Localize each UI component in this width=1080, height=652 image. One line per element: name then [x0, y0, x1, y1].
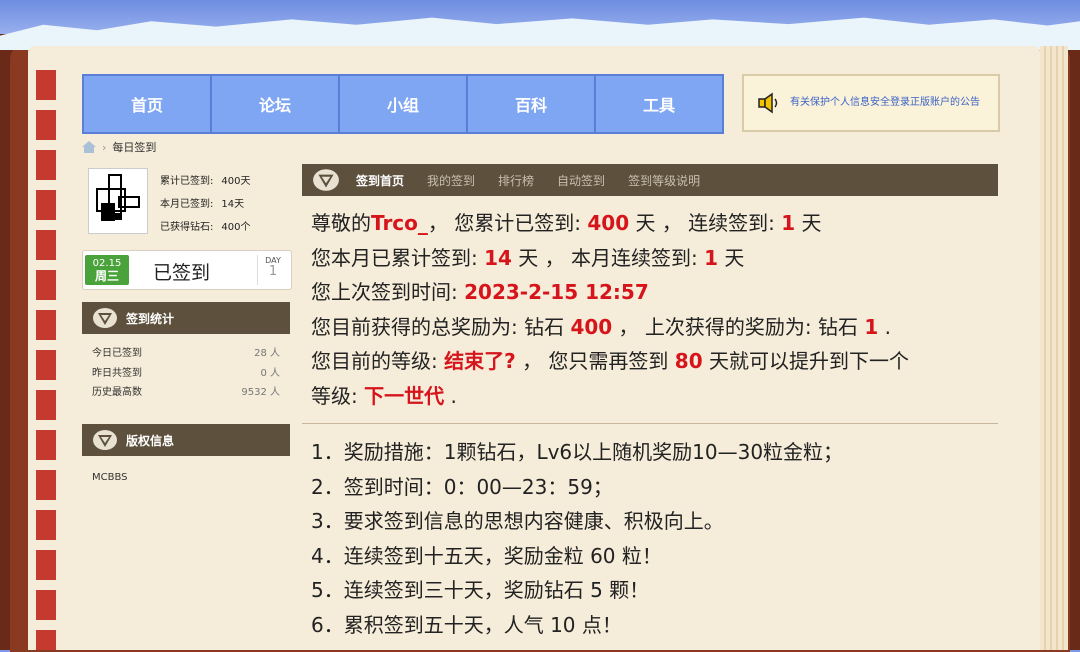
- rule-item: 2．签到时间：0：00—23：59；: [311, 474, 613, 499]
- rule-item: 1．奖励措施：1颗钻石，Lv6以上随机奖励10—30粒金粒；: [311, 440, 844, 464]
- breadcrumb-separator: ›: [102, 140, 107, 154]
- rules-list: 1．奖励措施：1颗钻石，Lv6以上随机奖励10—30粒金粒； 2．签到时间：0：…: [311, 435, 1001, 642]
- divider: [302, 423, 998, 424]
- stat-diamond: 已获得钻石: 400个: [160, 222, 251, 233]
- rule-item: 3．要求签到信息的思想内容健康、积极向上。: [311, 509, 724, 533]
- nav-tools[interactable]: 工具: [596, 76, 722, 132]
- notice-box: 有关保护个人信息安全登录正版账户的公告: [742, 74, 1000, 132]
- day-counter: DAY 1: [257, 255, 288, 285]
- copyright-title: 版权信息: [126, 433, 175, 448]
- sign-stats-list: 今日已签到 28 人 昨日共签到 0 人 历史最高数 9532 人: [92, 344, 280, 403]
- tab-auto-sign[interactable]: 自动签到: [557, 172, 605, 189]
- list-item: 今日已签到 28 人: [92, 348, 280, 359]
- breadcrumb: › 每日签到: [82, 139, 156, 155]
- list-item: 昨日共签到 0 人: [92, 367, 280, 379]
- info-line: 您上次签到时间: 2023-2-15 12:57: [311, 280, 649, 304]
- mcbbs-logo-icon: [93, 308, 117, 328]
- page: 首页 论坛 小组 百科 工具 有关保护个人信息安全登录正版账户的公告 › 每日签…: [56, 46, 1040, 650]
- copyright-text: MCBBS: [92, 472, 128, 483]
- info-line: 尊敬的Trco_， 您累计已签到: 400 天 ， 连续签到: 1 天: [311, 211, 822, 235]
- tab-my-sign[interactable]: 我的签到: [427, 172, 475, 189]
- nav-wiki[interactable]: 百科: [468, 76, 596, 132]
- tab-ranking[interactable]: 排行榜: [498, 172, 534, 189]
- user-stats: 累计已签到: 400天 本月已签到: 14天 已获得钻石: 400个: [82, 166, 290, 236]
- sign-stats-title: 签到统计: [126, 311, 175, 326]
- rule-item: 4．连续签到十五天，奖励金粒 60 粒！: [311, 543, 662, 568]
- signed-label: 已签到: [153, 262, 211, 284]
- rule-item: 5．连续签到三十天，奖励钻石 5 颗！: [311, 578, 650, 602]
- rule-item: 6．累积签到五十天，人气 10 点！: [311, 612, 622, 637]
- left-ribbon-decoration: [36, 70, 56, 650]
- tab-level-info[interactable]: 签到等级说明: [628, 172, 700, 189]
- avatar[interactable]: [88, 168, 148, 234]
- info-line: 等级: 下一世代 .: [311, 383, 457, 408]
- nav-home[interactable]: 首页: [84, 76, 212, 132]
- list-item: 历史最高数 9532 人: [92, 387, 280, 398]
- mcbbs-logo-icon: [313, 169, 339, 191]
- stat-month: 本月已签到: 14天: [160, 199, 245, 210]
- signed-button[interactable]: 02.15 周三 已签到 DAY 1: [82, 250, 292, 290]
- mcbbs-logo-icon: [93, 430, 117, 450]
- notice-link[interactable]: 有关保护个人信息安全登录正版账户的公告: [790, 96, 980, 110]
- sign-stats-header: 签到统计: [82, 302, 290, 334]
- tab-sign-home[interactable]: 签到首页: [356, 172, 404, 189]
- info-line: 您本月已累计签到: 14 天 ， 本月连续签到: 1 天: [311, 245, 745, 270]
- main-nav: 首页 论坛 小组 百科 工具: [82, 74, 724, 134]
- date-badge: 02.15 周三: [85, 255, 129, 285]
- sign-info: 尊敬的Trco_， 您累计已签到: 400 天 ， 连续签到: 1 天 您本月已…: [311, 206, 1001, 413]
- stat-total: 累计已签到: 400天: [160, 176, 251, 187]
- copyright-header: 版权信息: [82, 424, 290, 456]
- info-line: 您目前的等级: 结束了? ， 您只需再签到 80 天就可以提升到下一个: [311, 349, 909, 373]
- page-edge-decoration: [1040, 46, 1068, 650]
- home-icon[interactable]: [82, 141, 96, 153]
- nav-forum[interactable]: 论坛: [212, 76, 340, 132]
- nav-groups[interactable]: 小组: [340, 76, 468, 132]
- breadcrumb-current: 每日签到: [112, 141, 157, 154]
- speaker-icon: [758, 92, 778, 114]
- sign-tabbar: 签到首页 我的签到 排行榜 自动签到 签到等级说明: [302, 164, 998, 196]
- info-line: 您目前获得的总奖励为: 钻石 400 ， 上次获得的奖励为: 钻石 1 .: [311, 314, 892, 339]
